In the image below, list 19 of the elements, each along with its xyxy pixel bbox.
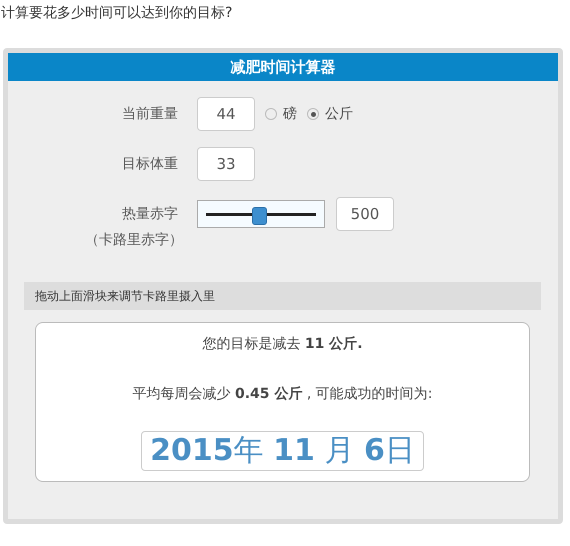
result-date: 2015年 11 月 6日 bbox=[141, 431, 424, 471]
slider-track[interactable] bbox=[197, 200, 325, 228]
calculator-title: 减肥时间计算器 bbox=[8, 53, 558, 81]
input-field[interactable]: 44 bbox=[197, 97, 255, 131]
field-label: 热量赤字 bbox=[122, 205, 178, 224]
radio-button[interactable] bbox=[265, 108, 277, 120]
slider-thumb[interactable] bbox=[252, 207, 267, 225]
input-field[interactable]: 33 bbox=[197, 147, 255, 181]
radio-label: 公斤 bbox=[325, 105, 353, 124]
radio-button[interactable] bbox=[307, 108, 319, 120]
field-sublabel: （卡路里赤字） bbox=[85, 231, 183, 249]
input-field[interactable]: 500 bbox=[336, 197, 394, 231]
radio-label: 磅 bbox=[283, 105, 297, 124]
weekly-text: 平均每周会减少 0.45 公斤 , 可能成功的时间为: bbox=[132, 385, 432, 403]
field-label: 目标体重 bbox=[121, 155, 179, 174]
hint-bar: 拖动上面滑块来调节卡路里摄入里 bbox=[24, 282, 541, 310]
goal-text: 您的目标是减去 11 公斤. bbox=[202, 335, 363, 353]
field-label: 当前重量 bbox=[121, 105, 179, 124]
page-question: 计算要花多少时间可以达到你的目标? bbox=[0, 4, 234, 23]
